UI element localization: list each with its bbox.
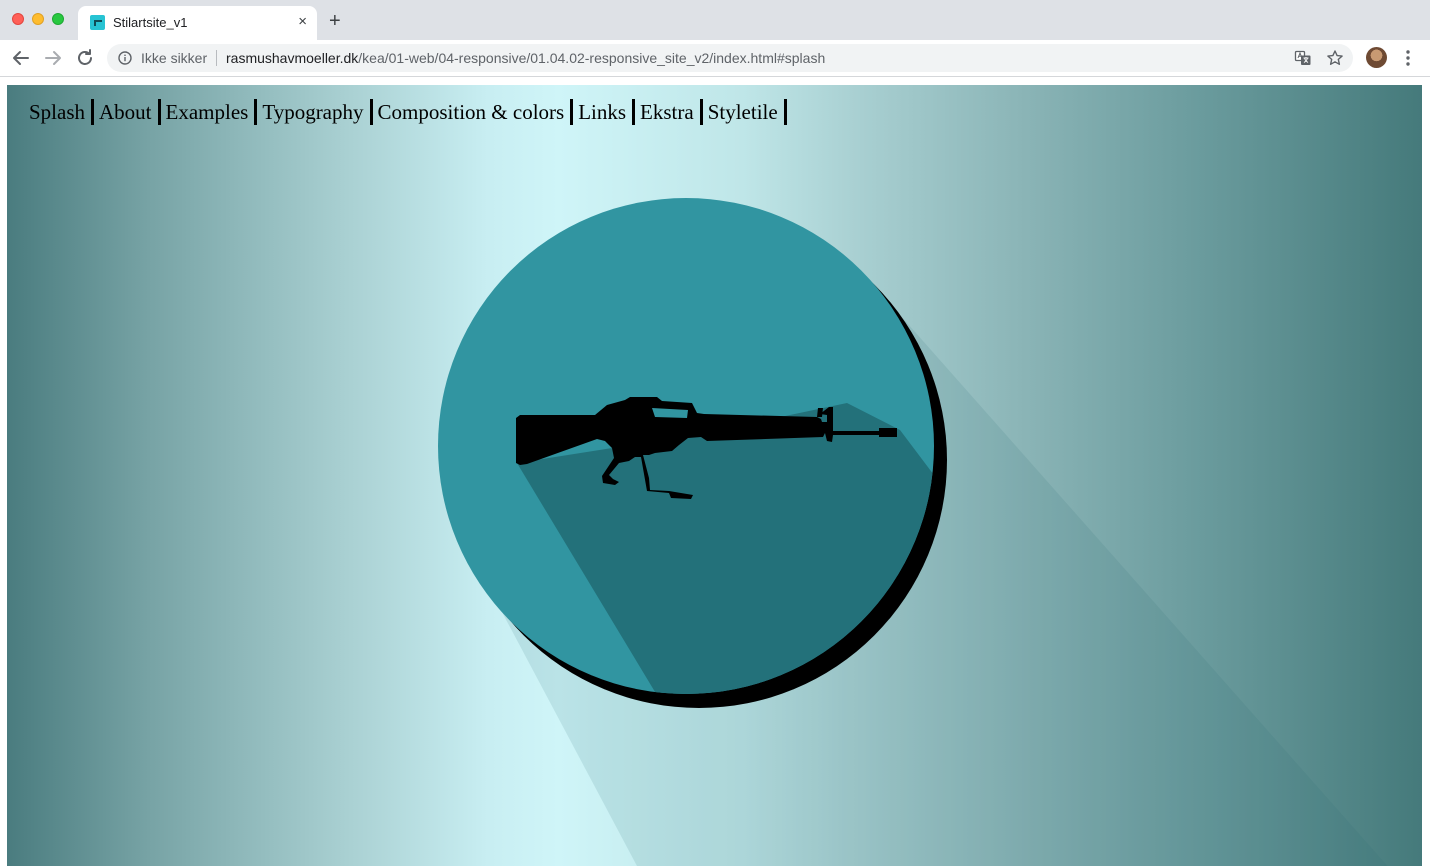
new-tab-button[interactable]: +	[329, 9, 341, 33]
browser-tab[interactable]: Stilartsite_v1 ×	[78, 6, 317, 40]
nav-link-examples[interactable]: Examples	[166, 99, 258, 125]
tab-title: Stilartsite_v1	[113, 15, 188, 30]
star-icon[interactable]	[1326, 49, 1344, 67]
address-divider	[216, 50, 217, 66]
nav-link-splash[interactable]: Splash	[29, 99, 95, 125]
nav-link-typography[interactable]: Typography	[262, 99, 373, 125]
nav-link-styletile[interactable]: Styletile	[708, 99, 787, 125]
tab-close-icon[interactable]: ×	[298, 12, 307, 32]
nav-link-ekstra[interactable]: Ekstra	[640, 99, 703, 125]
window-close-button[interactable]	[12, 13, 24, 25]
nav-link-about[interactable]: About	[99, 99, 161, 125]
site-navigation: Splash About Examples Typography Composition…	[29, 99, 792, 125]
avatar[interactable]	[1366, 47, 1387, 68]
forward-arrow-icon[interactable]	[41, 46, 65, 70]
nav-link-composition-colors[interactable]: Composition & colors	[378, 99, 574, 125]
hero-illustration	[438, 198, 1422, 866]
translate-icon[interactable]	[1294, 49, 1312, 67]
nav-link-links[interactable]: Links	[578, 99, 636, 125]
url-text[interactable]: rasmushavmoeller.dk/kea/01-web/04-respon…	[226, 50, 825, 66]
back-arrow-icon[interactable]	[9, 46, 33, 70]
window-maximize-button[interactable]	[52, 13, 64, 25]
browser-toolbar: Ikke sikker rasmushavmoeller.dk/kea/01-w…	[0, 40, 1430, 77]
window-minimize-button[interactable]	[32, 13, 44, 25]
url-host: rasmushavmoeller.dk	[226, 50, 359, 66]
reload-icon[interactable]	[73, 46, 97, 70]
favicon-icon	[90, 15, 105, 30]
security-status-label[interactable]: Ikke sikker	[141, 50, 207, 66]
url-path: /kea/01-web/04-responsive/01.04.02-respo…	[358, 50, 826, 66]
info-icon[interactable]	[118, 51, 132, 65]
address-bar[interactable]: Ikke sikker rasmushavmoeller.dk/kea/01-w…	[107, 44, 1353, 72]
page-viewport: Splash About Examples Typography Composition…	[7, 85, 1422, 866]
kebab-menu-icon[interactable]	[1399, 48, 1417, 68]
browser-tab-bar: Stilartsite_v1 × +	[0, 0, 1430, 41]
